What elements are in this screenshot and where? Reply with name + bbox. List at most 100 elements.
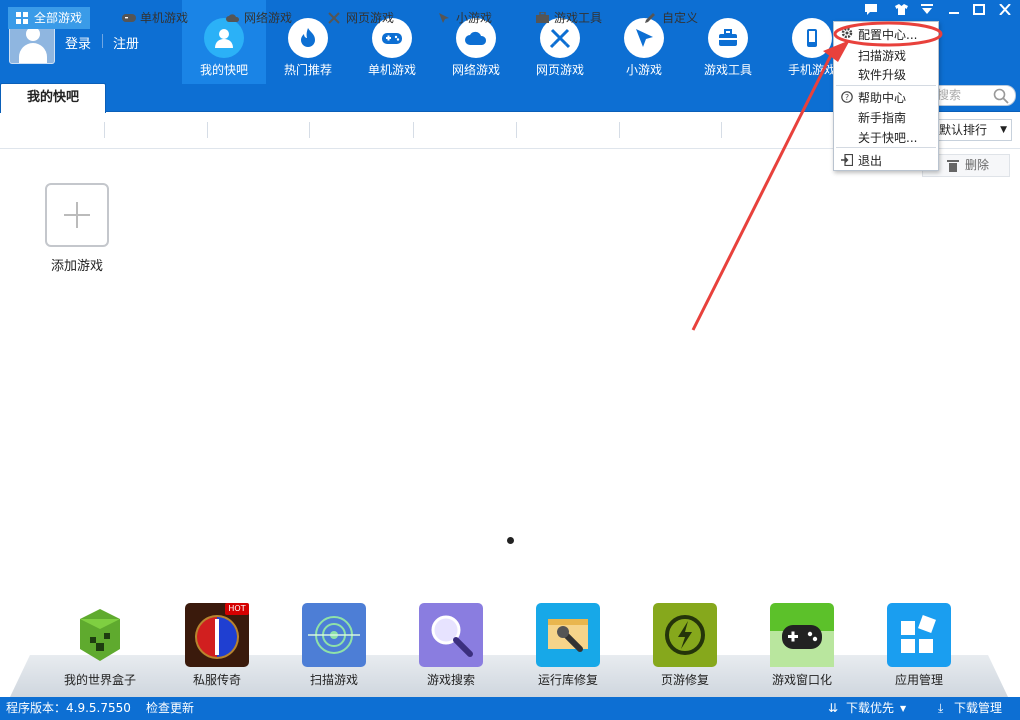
check-update-link[interactable]: 检查更新 bbox=[146, 697, 194, 720]
menu-item-upgrade[interactable]: 软件升级 bbox=[858, 66, 906, 83]
app-game-search[interactable] bbox=[419, 603, 483, 667]
mouse-cursor-dot bbox=[507, 537, 514, 544]
app-label: 运行库修复 bbox=[537, 673, 598, 687]
double-chevron-down-icon: ⇊ bbox=[828, 701, 839, 715]
nav-label: 单机游戏 bbox=[367, 63, 416, 77]
app-minecraft-box[interactable] bbox=[68, 603, 132, 667]
nav-label: 网页游戏 bbox=[535, 63, 584, 77]
nav-label: 游戏工具 bbox=[703, 63, 752, 77]
app-runtime-repair[interactable] bbox=[536, 603, 600, 667]
radar-icon bbox=[308, 616, 360, 654]
filter-web-games[interactable]: 网页游戏 bbox=[320, 7, 402, 29]
app-label: 私服传奇 bbox=[192, 673, 241, 687]
app-label: 应用管理 bbox=[894, 673, 943, 687]
filter-label: 自定义 bbox=[662, 11, 699, 25]
add-game-label: 添加游戏 bbox=[50, 259, 103, 274]
divider bbox=[413, 122, 414, 138]
filter-online-games[interactable]: 网络游戏 bbox=[218, 7, 300, 29]
gamepad-icon bbox=[382, 33, 402, 44]
toolbox-icon bbox=[536, 12, 549, 23]
svg-text:?: ? bbox=[845, 93, 849, 102]
filter-label: 网络游戏 bbox=[244, 11, 293, 25]
filter-label: 网页游戏 bbox=[346, 11, 395, 25]
sort-select[interactable]: 默认排行 ▼ bbox=[932, 119, 1012, 141]
divider bbox=[207, 122, 208, 138]
divider bbox=[309, 122, 310, 138]
menu-item-beginner-guide[interactable]: 新手指南 bbox=[858, 109, 906, 126]
skin-icon[interactable] bbox=[892, 4, 910, 20]
menu-divider bbox=[836, 85, 936, 86]
login-link[interactable]: 登录 bbox=[65, 33, 91, 52]
menu-item-about[interactable]: 关于快吧... bbox=[858, 129, 917, 146]
menu-item-config-center[interactable]: 配置中心... bbox=[858, 26, 917, 43]
cursor-icon bbox=[439, 13, 449, 23]
filter-mini-games[interactable]: 小游戏 bbox=[430, 7, 500, 29]
menu-toggle-icon[interactable] bbox=[918, 4, 936, 20]
crossed-swords-icon bbox=[549, 28, 571, 49]
cloud-icon bbox=[226, 14, 240, 22]
app-label: 游戏窗口化 bbox=[771, 673, 832, 687]
sort-selected-value: 默认排行 bbox=[939, 123, 988, 137]
filter-game-tools[interactable]: 游戏工具 bbox=[528, 7, 610, 29]
filter-all-games[interactable]: 全部游戏 bbox=[8, 7, 91, 29]
app-label: 我的世界盒子 bbox=[63, 673, 136, 687]
nav-label: 我的快吧 bbox=[199, 63, 248, 77]
filter-label: 单机游戏 bbox=[140, 11, 189, 25]
nav-label: 热门推荐 bbox=[283, 63, 332, 77]
cloud-icon bbox=[465, 31, 487, 45]
divider bbox=[104, 122, 105, 138]
menu-item-exit[interactable]: 退出 bbox=[858, 152, 882, 169]
filter-single-games[interactable]: 单机游戏 bbox=[114, 7, 196, 29]
filter-label: 游戏工具 bbox=[554, 11, 603, 25]
menu-divider bbox=[836, 147, 936, 148]
close-icon[interactable] bbox=[996, 3, 1014, 20]
grid-icon bbox=[16, 12, 28, 24]
wrench-icon bbox=[548, 619, 588, 652]
maximize-icon[interactable] bbox=[970, 4, 988, 20]
chevron-down-icon: ▼ bbox=[900, 704, 907, 713]
app-label: 游戏搜索 bbox=[426, 673, 475, 687]
nav-label: 网络游戏 bbox=[451, 63, 500, 77]
app-scan-games[interactable] bbox=[302, 603, 366, 667]
chat-icon[interactable] bbox=[862, 4, 880, 20]
app-label: 扫描游戏 bbox=[309, 673, 358, 687]
download-manager-button[interactable]: 下载管理 bbox=[954, 697, 1002, 720]
phone-icon bbox=[807, 29, 817, 47]
download-icon: ⤓ bbox=[938, 701, 944, 715]
flame-icon bbox=[301, 28, 315, 47]
menu-item-scan-games[interactable]: 扫描游戏 bbox=[858, 47, 906, 64]
filter-label: 全部游戏 bbox=[34, 11, 83, 25]
apps-icon bbox=[901, 615, 936, 653]
app-shelf bbox=[10, 655, 1008, 697]
download-priority-button[interactable]: 下载优先 bbox=[846, 697, 894, 720]
filter-custom[interactable]: 自定义 bbox=[636, 7, 706, 29]
menu-item-help-center[interactable]: 帮助中心 bbox=[858, 89, 906, 106]
hot-badge: HOT bbox=[225, 603, 249, 615]
gamepad-icon bbox=[770, 625, 834, 667]
filter-label: 小游戏 bbox=[456, 11, 493, 25]
divider bbox=[721, 122, 722, 138]
app-manager[interactable] bbox=[887, 603, 951, 667]
tab-my-kuaiba[interactable]: 我的快吧 bbox=[0, 83, 106, 113]
divider bbox=[516, 122, 517, 138]
gamepad-icon bbox=[122, 14, 136, 22]
app-game-windowed[interactable] bbox=[770, 603, 834, 667]
app-label: 页游修复 bbox=[660, 673, 709, 687]
pencil-icon bbox=[645, 13, 655, 23]
search-placeholder: 搜索 bbox=[937, 88, 962, 102]
creeper-icon bbox=[80, 609, 120, 661]
divider bbox=[102, 34, 103, 48]
user-icon bbox=[215, 29, 233, 48]
magnifier-icon bbox=[431, 615, 473, 657]
cursor-icon bbox=[636, 29, 653, 47]
app-webgame-repair[interactable] bbox=[653, 603, 717, 667]
divider bbox=[619, 122, 620, 138]
register-link[interactable]: 注册 bbox=[113, 33, 139, 52]
toolbox-icon bbox=[719, 29, 737, 46]
minimize-icon[interactable] bbox=[945, 4, 963, 20]
add-game-button[interactable] bbox=[45, 183, 109, 247]
app-private-legend[interactable]: HOT bbox=[185, 603, 249, 667]
chevron-down-icon: ▼ bbox=[1000, 125, 1007, 135]
crossed-swords-icon bbox=[328, 12, 340, 24]
search-icon[interactable] bbox=[993, 88, 1009, 104]
